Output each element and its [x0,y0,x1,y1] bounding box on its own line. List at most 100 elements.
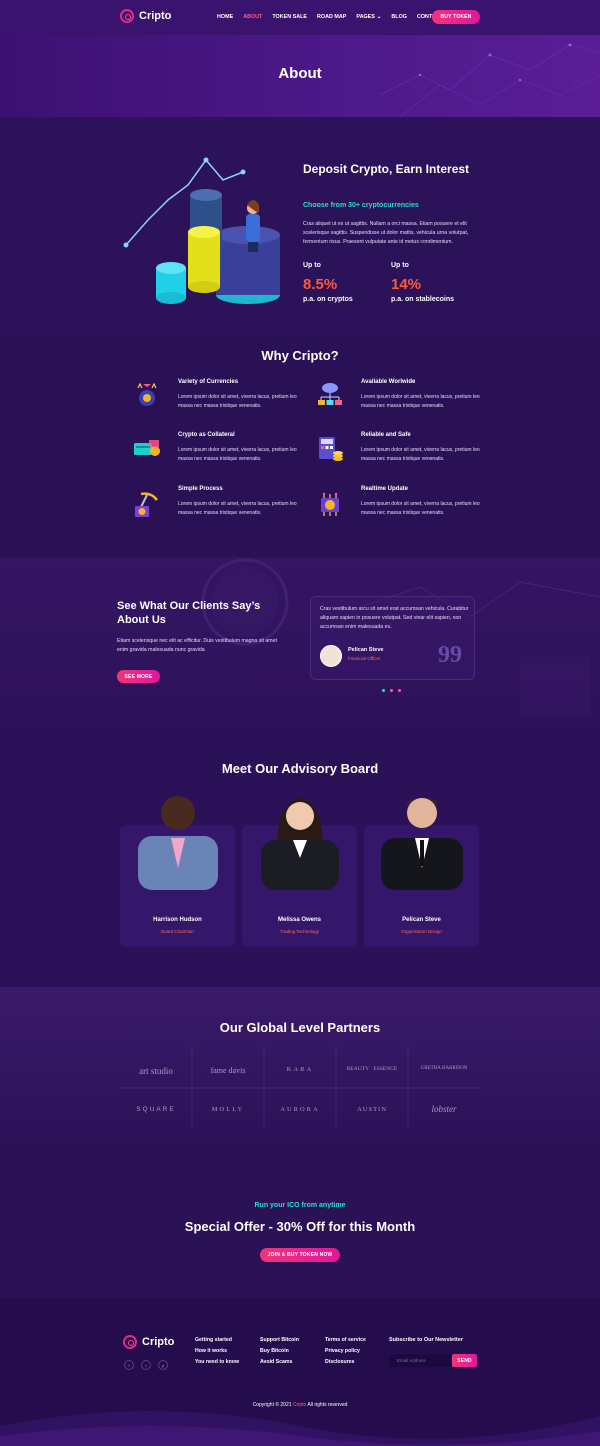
advisor-photo [381,797,463,890]
deposit-subheading: Choose from 30+ cryptocurrencies [303,202,419,209]
join-buy-token-button[interactable]: JOIN & BUY TOKEN NOW [260,1248,340,1262]
why-title: Why Cripto? [261,348,339,363]
offer-tagline: Run your ICO from anytime [254,1202,346,1209]
logo-text: Cripto [139,10,172,22]
newsletter-email-input[interactable] [389,1354,453,1367]
advisor-name: Melissa Owens [277,917,322,923]
advisor-role: Board Chairman [161,929,194,934]
avatar [320,645,342,667]
footer-link[interactable]: Support Bitcoin [260,1335,299,1346]
testimonial-author-role: Financial Officer [348,656,381,661]
see-more-button[interactable]: SEE MORE [117,670,160,683]
stat-stable-prefix: Up to [391,262,409,269]
feature-title-worldwide: Available Worlwide [361,379,416,385]
deposit-text: Cras aliquet ut ex ut sagittis. Nullam a… [303,221,469,245]
nav-pages[interactable]: PAGES ⌄ [356,14,381,20]
feature-title-realtime: Realtime Update [361,486,409,492]
copyright-brand-link[interactable]: Cripto [293,1402,306,1408]
feature-title-reliable: Reliable and Safe [361,432,411,438]
partner-logo[interactable]: GRETHA HARRISON [411,1066,477,1071]
carousel-dot[interactable] [398,689,401,692]
feature-desc-realtime: Lorem ipsum dolor sit amet, viverra lacu… [361,501,480,516]
advisor-role: Trading Technology [279,929,320,934]
advisor-name: Harrison Hudson [153,917,202,923]
footer-link[interactable]: Getting started [195,1335,239,1346]
partners-section [0,987,600,1140]
partner-logo[interactable]: AURORA [267,1106,333,1113]
stat-stable-label: p.a. on stablecoins [391,296,455,303]
partner-logo[interactable]: KARA [267,1066,333,1073]
feature-title-collateral: Crypto as Collateral [178,432,235,438]
partner-logo[interactable]: BEAUTY · ESSENCE [339,1066,405,1072]
footer-logo[interactable]: Cripto [123,1335,174,1349]
carousel-dots [382,689,401,692]
footer-wave-decoration [0,1411,600,1446]
partner-logo[interactable]: SQUARE [123,1106,189,1113]
card-coin-icon [134,440,160,456]
partners-title: Our Global Level Partners [219,1020,381,1035]
carousel-dot[interactable] [390,689,393,692]
nav-blog[interactable]: BLOG [391,14,407,20]
advisor-photo [138,796,218,890]
twitter-icon[interactable]: t [141,1360,151,1370]
stat-crypto-value: 8.5% [303,276,338,293]
testimonials-title: See What Our Clients Say’s About Us [117,600,261,626]
newsletter-title: Subscribe to Our Newsletter [389,1337,463,1343]
advisory-title: Meet Our Advisory Board [221,761,379,776]
stat-stable-value: 14% [391,276,422,293]
cloud-network-icon [318,383,342,405]
footer-link[interactable]: Avoid Scams [260,1357,299,1368]
partner-logo[interactable]: fame davis [195,1066,261,1075]
footer-logo-text: Cripto [142,1336,175,1348]
logo-icon [123,1335,137,1349]
footer-col-3: Terms of service Privacy policy Disclosu… [325,1335,366,1368]
testimonial-author: Pelican Steve [348,647,384,653]
copyright-text: Copyright © 2021 [252,1402,292,1408]
footer-link[interactable]: You need to know [195,1357,239,1368]
nav-pages-label: PAGES [356,14,375,20]
stat-crypto-label: p.a. on cryptos [303,296,353,303]
crypto-chart-illustration [123,157,280,304]
feature-desc-worldwide: Lorem ipsum dolor sit amet, viverra lacu… [361,394,480,409]
advisor-photo [261,798,339,890]
newsletter-send-button[interactable]: SEND [452,1354,477,1367]
chevron-down-icon: ⌄ [376,14,382,20]
pinterest-icon[interactable]: p [158,1360,168,1370]
nav-home[interactable]: HOME [217,14,233,20]
facebook-icon[interactable]: f [124,1360,134,1370]
nav-about[interactable]: ABOUT [243,14,262,20]
partner-logo[interactable]: MOLLY [195,1106,261,1113]
advisor-role: Organisation Design [401,929,442,934]
footer-link[interactable]: Terms of service [325,1335,366,1346]
footer-col-1: Getting started How it works You need to… [195,1335,239,1368]
mining-pickaxe-icon [135,492,158,517]
advisor-name: Pelican Steve [402,917,441,923]
money-bag-icon [137,382,157,406]
footer-link[interactable]: How it works [195,1346,239,1357]
buy-token-button[interactable]: BUY TOKEN [432,10,480,24]
carousel-dot-active[interactable] [382,689,385,692]
offer-title: Special Offer - 30% Off for this Month [184,1219,416,1234]
testimonial-quote: Cras vestibulum arcu sit amet erat accum… [320,606,469,630]
top-navbar: Cripto HOME ABOUT TOKEN SALE ROAD MAP PA… [0,0,600,35]
footer-link[interactable]: Privacy policy [325,1346,366,1357]
calculator-coins-icon [319,437,343,461]
deposit-section [0,117,600,337]
page-banner: About [0,35,600,117]
partner-logo[interactable]: AUSTIN [339,1106,405,1113]
deposit-heading: Deposit Crypto, Earn Interest [303,162,470,176]
partner-logo[interactable]: art studio [123,1066,189,1076]
nav-road-map[interactable]: ROAD MAP [317,14,346,20]
partner-logo[interactable]: lobster [411,1104,477,1114]
footer [0,1298,600,1446]
testimonial-bg-decoration [201,558,600,717]
site-logo[interactable]: Cripto [120,9,171,23]
nav-token-sale[interactable]: TOKEN SALE [272,14,307,20]
footer-col-2: Support Bitcoin Buy Bitcoin Avoid Scams [260,1335,299,1368]
feature-desc-simple: Lorem ipsum dolor sit amet, viverra lacu… [178,501,297,516]
main-nav: HOME ABOUT TOKEN SALE ROAD MAP PAGES ⌄ BL… [217,14,453,20]
footer-link[interactable]: Disclosures [325,1357,366,1368]
coin-chip-icon [321,492,339,516]
copyright-rights: All rights reserved [307,1402,348,1408]
footer-link[interactable]: Buy Bitcoin [260,1346,299,1357]
